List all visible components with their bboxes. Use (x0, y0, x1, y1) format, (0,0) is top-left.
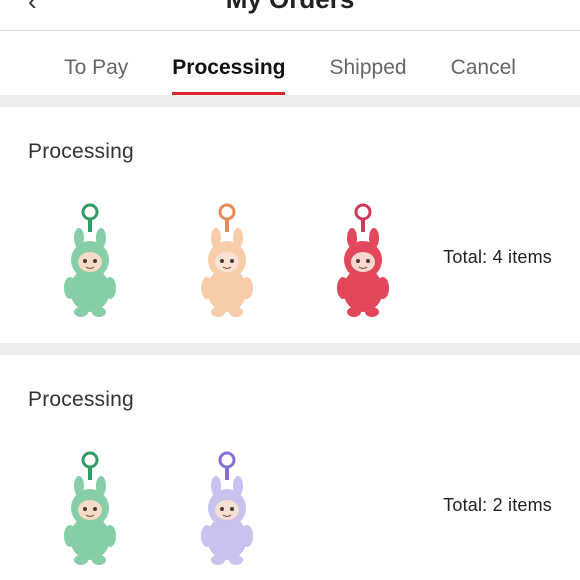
order-item-thumbnail[interactable] (192, 202, 262, 322)
order-tabs: To Pay Processing Shipped Cancel (0, 31, 580, 95)
order-total: Total: 4 items (443, 247, 552, 267)
app-header: ‹ My Orders (0, 0, 580, 31)
order-item-thumbnail[interactable] (328, 202, 398, 322)
red-plush-toy-icon (337, 203, 389, 317)
page-title: My Orders (0, 0, 580, 15)
tab-to-pay[interactable]: To Pay (42, 31, 150, 95)
green-plush-toy-icon (64, 451, 116, 565)
order-card[interactable]: Processing Total: 2 items (0, 355, 580, 580)
order-item-thumbnail[interactable] (192, 450, 262, 570)
order-card[interactable]: Processing Total: 4 items (0, 107, 580, 343)
tab-shipped[interactable]: Shipped (307, 31, 428, 95)
order-status: Processing (28, 388, 134, 411)
section-divider (0, 343, 580, 355)
section-divider (0, 95, 580, 107)
lavender-plush-toy-icon (201, 451, 253, 565)
order-item-thumbnail[interactable] (55, 450, 125, 570)
order-status: Processing (28, 140, 134, 163)
order-item-thumbnail[interactable] (55, 202, 125, 322)
order-total: Total: 2 items (443, 495, 552, 515)
tab-processing[interactable]: Processing (150, 31, 307, 95)
peach-plush-toy-icon (201, 203, 253, 317)
tab-cancel[interactable]: Cancel (429, 31, 538, 95)
green-plush-toy-icon (64, 203, 116, 317)
